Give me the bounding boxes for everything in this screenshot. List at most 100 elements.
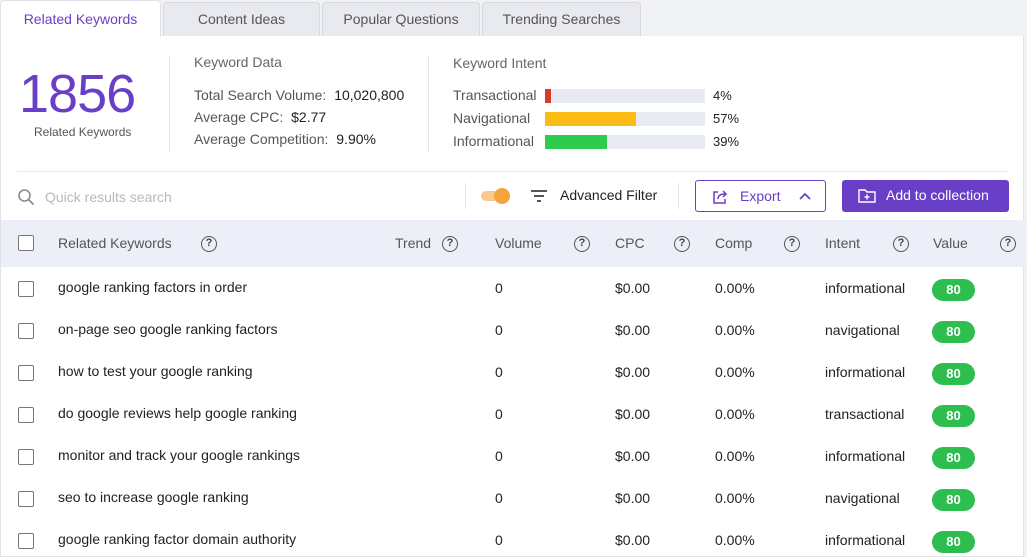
add-folder-icon xyxy=(858,189,876,203)
table-header: Related Keywords ? Trend ? Volume ? CPC … xyxy=(1,220,1025,267)
header-value[interactable]: Value xyxy=(933,235,968,251)
keyword-intent-title: Keyword Intent xyxy=(453,55,547,71)
total-search-volume: Total Search Volume: 10,020,800 xyxy=(194,87,404,103)
intent-cell: informational xyxy=(825,448,906,464)
intent-cell: informational xyxy=(825,532,906,548)
help-icon[interactable]: ? xyxy=(1000,236,1016,252)
keyword-cell[interactable]: google ranking factors in order xyxy=(58,279,247,295)
volume-cell: 0 xyxy=(495,406,503,422)
intent-label-informational: Informational xyxy=(453,133,534,149)
volume-cell: 0 xyxy=(495,532,503,548)
value-badge: 80 xyxy=(932,363,975,385)
intent-cell: navigational xyxy=(825,322,900,338)
header-related-keywords[interactable]: Related Keywords xyxy=(58,235,172,251)
average-cpc-label: Average CPC: xyxy=(194,109,284,125)
export-icon xyxy=(713,190,728,204)
keyword-cell[interactable]: monitor and track your google rankings xyxy=(58,447,300,463)
intent-bar-transactional xyxy=(545,89,705,103)
row-checkbox[interactable] xyxy=(18,281,34,297)
keyword-cell[interactable]: how to test your google ranking xyxy=(58,363,253,379)
help-icon[interactable]: ? xyxy=(442,236,458,252)
cpc-cell: $0.00 xyxy=(615,280,651,296)
filter-icon[interactable] xyxy=(531,189,547,203)
average-competition-value: 9.90% xyxy=(336,131,376,147)
value-badge: 80 xyxy=(932,321,975,343)
row-checkbox[interactable] xyxy=(18,323,34,339)
tab-related-keywords[interactable]: Related Keywords xyxy=(0,0,161,37)
row-checkbox[interactable] xyxy=(18,533,34,549)
keyword-count-label: Related Keywords xyxy=(34,125,132,139)
cpc-cell: $0.00 xyxy=(615,490,651,506)
select-all-checkbox[interactable] xyxy=(18,235,34,251)
intent-pct-navigational: 57% xyxy=(713,111,740,126)
table-row[interactable]: on-page seo google ranking factors 0 $0.00… xyxy=(1,310,1025,352)
header-comp[interactable]: Comp xyxy=(715,235,752,251)
advanced-filter-button[interactable]: Advanced Filter xyxy=(560,187,657,203)
intent-fill-transactional xyxy=(545,89,552,103)
tab-trending-searches[interactable]: Trending Searches xyxy=(482,2,641,36)
comp-cell: 0.00% xyxy=(715,280,755,296)
header-intent[interactable]: Intent xyxy=(825,235,860,251)
help-icon[interactable]: ? xyxy=(674,236,690,252)
header-trend[interactable]: Trend xyxy=(395,235,431,251)
intent-pct-transactional: 4% xyxy=(713,88,732,103)
add-to-collection-label: Add to collection xyxy=(886,187,989,203)
help-icon[interactable]: ? xyxy=(893,236,909,252)
comp-cell: 0.00% xyxy=(715,532,755,548)
intent-cell: informational xyxy=(825,280,906,296)
divider xyxy=(169,56,170,152)
cpc-cell: $0.00 xyxy=(615,448,651,464)
keyword-cell[interactable]: seo to increase google ranking xyxy=(58,489,249,505)
divider xyxy=(465,183,466,209)
value-badge: 80 xyxy=(932,531,975,553)
row-checkbox[interactable] xyxy=(18,365,34,381)
tab-popular-questions[interactable]: Popular Questions xyxy=(322,2,480,36)
intent-cell: informational xyxy=(825,364,906,380)
table-row[interactable]: google ranking factor domain authority 0 $… xyxy=(1,520,1025,557)
keyword-cell[interactable]: do google reviews help google ranking xyxy=(58,405,297,421)
export-button[interactable]: Export xyxy=(695,180,826,212)
quick-search-input[interactable] xyxy=(45,184,445,210)
value-badge: 80 xyxy=(932,447,975,469)
table-row[interactable]: seo to increase google ranking 0 $0.00 0.00… xyxy=(1,478,1025,520)
comp-cell: 0.00% xyxy=(715,448,755,464)
average-cpc: Average CPC: $2.77 xyxy=(194,109,326,125)
help-icon[interactable]: ? xyxy=(201,236,217,252)
help-icon[interactable]: ? xyxy=(784,236,800,252)
table-row[interactable]: how to test your google ranking 0 $0.00 0.0… xyxy=(1,352,1025,394)
table-row[interactable]: monitor and track your google rankings 0 $… xyxy=(1,436,1025,478)
export-label: Export xyxy=(740,188,781,204)
divider xyxy=(678,183,679,209)
total-search-volume-value: 10,020,800 xyxy=(334,87,405,103)
comp-cell: 0.00% xyxy=(715,406,755,422)
intent-fill-informational xyxy=(545,135,608,149)
row-checkbox[interactable] xyxy=(18,491,34,507)
header-volume[interactable]: Volume xyxy=(495,235,542,251)
intent-cell: navigational xyxy=(825,490,900,506)
row-checkbox[interactable] xyxy=(18,407,34,423)
cpc-cell: $0.00 xyxy=(615,322,651,338)
row-checkbox[interactable] xyxy=(18,449,34,465)
average-cpc-value: $2.77 xyxy=(291,109,327,125)
header-cpc[interactable]: CPC xyxy=(615,235,645,251)
table-row[interactable]: google ranking factors in order 0 $0.00 0.0… xyxy=(1,268,1025,310)
keyword-data-title: Keyword Data xyxy=(194,54,282,70)
cpc-cell: $0.00 xyxy=(615,532,651,548)
intent-fill-navigational xyxy=(545,112,637,126)
search-icon xyxy=(18,189,34,205)
keyword-cell[interactable]: on-page seo google ranking factors xyxy=(58,321,277,337)
help-icon[interactable]: ? xyxy=(574,236,590,252)
keyword-cell[interactable]: google ranking factor domain authority xyxy=(58,531,296,547)
cpc-cell: $0.00 xyxy=(615,364,651,380)
intent-label-navigational: Navigational xyxy=(453,110,531,126)
intent-pct-informational: 39% xyxy=(713,134,740,149)
toggle-knob xyxy=(494,188,510,204)
intent-bar-informational xyxy=(545,135,705,149)
tab-bar: Related Keywords Content Ideas Popular Q… xyxy=(0,0,1027,37)
average-competition: Average Competition: 9.90% xyxy=(194,131,376,147)
volume-cell: 0 xyxy=(495,280,503,296)
toggle-switch[interactable] xyxy=(481,188,511,204)
table-row[interactable]: do google reviews help google ranking 0 $0… xyxy=(1,394,1025,436)
add-to-collection-button[interactable]: Add to collection xyxy=(842,180,1009,212)
tab-content-ideas[interactable]: Content Ideas xyxy=(163,2,320,36)
